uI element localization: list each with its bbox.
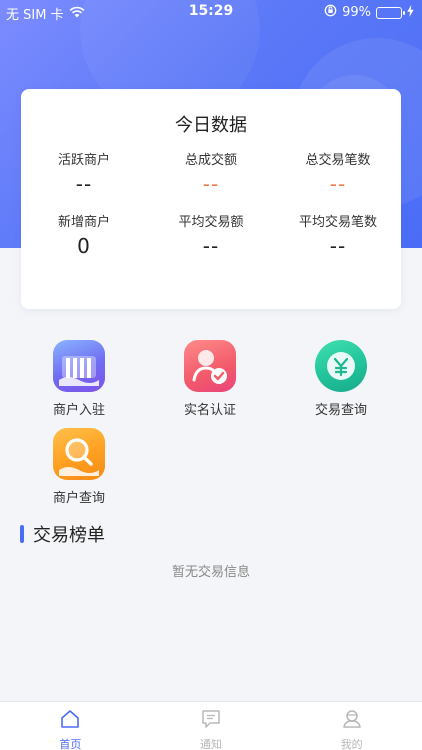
stat-value: -- — [202, 234, 220, 258]
stat-average-count: 平均交易笔数 -- — [275, 211, 401, 258]
tab-label: 我的 — [340, 738, 363, 750]
stat-label: 活跃商户 — [57, 153, 110, 168]
menu-label: 商户入驻 — [52, 403, 105, 418]
stat-average-amount: 平均交易额 -- — [148, 211, 274, 258]
menu-merchant-query[interactable]: 商户查询 — [24, 428, 134, 506]
home-icon — [59, 708, 81, 734]
stat-value: -- — [75, 172, 93, 196]
status-right: 99% — [324, 4, 414, 21]
stat-value: -- — [329, 234, 347, 258]
battery-icon — [376, 6, 405, 19]
stat-label: 平均交易笔数 — [298, 215, 377, 230]
menu-label: 交易查询 — [314, 403, 367, 418]
orientation-lock-icon — [324, 4, 337, 21]
stat-value: -- — [329, 172, 347, 196]
ranking-empty-text: 暂无交易信息 — [171, 565, 250, 580]
ranking-title: 交易榜单 — [33, 525, 105, 546]
today-data-card: 今日数据 活跃商户 -- 总成交额 -- 总交易笔数 -- 新增商户 0 平均交… — [21, 89, 401, 309]
status-bar: 无 SIM 卡 15:29 99% — [0, 0, 422, 24]
menu-merchant-onboarding[interactable]: 商户入驻 — [24, 340, 134, 418]
stat-label: 新增商户 — [57, 215, 110, 230]
stat-value: 0 — [77, 234, 91, 258]
tab-label: 通知 — [200, 738, 222, 750]
tab-notification[interactable]: 通知 — [141, 702, 282, 750]
notification-icon — [200, 708, 222, 734]
tab-bar: 首页 通知 我的 — [0, 701, 422, 750]
battery-percent: 99% — [342, 5, 371, 20]
stat-value: -- — [202, 172, 220, 196]
menu-real-name-verify[interactable]: 实名认证 — [155, 340, 265, 418]
section-accent-bar — [20, 525, 24, 543]
stat-label: 总成交额 — [184, 153, 237, 168]
merchant-query-icon — [53, 428, 105, 480]
stat-label: 总交易笔数 — [305, 153, 371, 168]
menu-transaction-query[interactable]: 交易查询 — [286, 340, 396, 418]
stat-active-merchants: 活跃商户 -- — [21, 149, 147, 196]
tab-home[interactable]: 首页 — [0, 702, 141, 750]
stat-total-amount: 总成交额 -- — [148, 149, 274, 196]
menu-label: 实名认证 — [183, 403, 236, 418]
charging-icon — [407, 4, 414, 21]
transaction-query-icon — [315, 340, 367, 392]
card-title: 今日数据 — [175, 115, 247, 136]
stat-new-merchants: 新增商户 0 — [21, 211, 147, 258]
tab-label: 首页 — [59, 738, 82, 750]
profile-icon — [341, 708, 363, 734]
menu-label: 商户查询 — [52, 491, 105, 506]
real-name-verify-icon — [184, 340, 236, 392]
merchant-onboarding-icon — [53, 340, 105, 392]
tab-profile[interactable]: 我的 — [281, 702, 422, 750]
stat-total-count: 总交易笔数 -- — [275, 149, 401, 196]
stat-label: 平均交易额 — [178, 215, 244, 230]
ranking-header: 交易榜单 — [20, 521, 105, 547]
